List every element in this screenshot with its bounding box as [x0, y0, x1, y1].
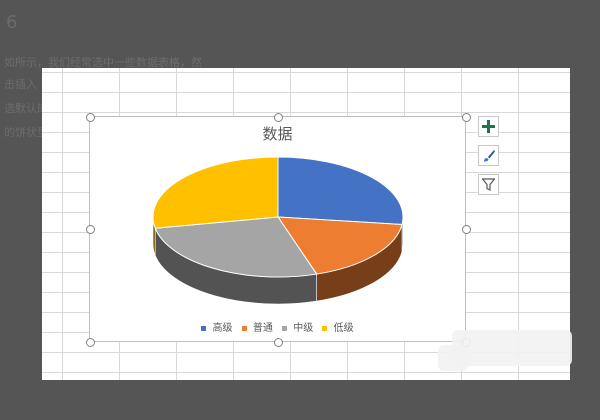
resize-handle[interactable] [86, 113, 95, 122]
legend-label: 普通 [252, 323, 273, 334]
resize-handle[interactable] [86, 338, 95, 347]
resize-handle[interactable] [274, 113, 283, 122]
resize-handle[interactable] [462, 225, 471, 234]
blurred-region [438, 345, 468, 371]
legend-label: 高级 [212, 323, 233, 334]
chart-title[interactable]: 数据 [89, 123, 466, 144]
add-chart-element-button[interactable] [478, 116, 499, 137]
legend-item: 高级 [201, 319, 233, 334]
legend-swatch [282, 325, 288, 331]
chart-filter-button[interactable] [478, 174, 499, 195]
chart-legend[interactable]: 高级 普通 中级 低级 [89, 319, 466, 334]
legend-item: 中级 [282, 319, 313, 334]
legend-label: 低级 [333, 323, 354, 334]
document-line: 击插入 [4, 78, 37, 91]
legend-label: 中级 [293, 323, 314, 334]
filter-icon [482, 178, 495, 191]
legend-item: 低级 [322, 319, 354, 334]
legend-swatch [322, 325, 328, 331]
blurred-region [452, 330, 572, 366]
paintbrush-icon [483, 149, 495, 161]
chart-style-button[interactable] [478, 145, 499, 166]
document-heading: 6 [6, 12, 18, 33]
plus-icon [482, 120, 495, 133]
resize-handle[interactable] [462, 113, 471, 122]
resize-handle[interactable] [274, 338, 283, 347]
chart-area[interactable] [89, 116, 466, 342]
resize-handle[interactable] [86, 225, 95, 234]
legend-swatch [241, 325, 247, 331]
legend-swatch [201, 325, 207, 331]
legend-item: 普通 [241, 319, 273, 334]
